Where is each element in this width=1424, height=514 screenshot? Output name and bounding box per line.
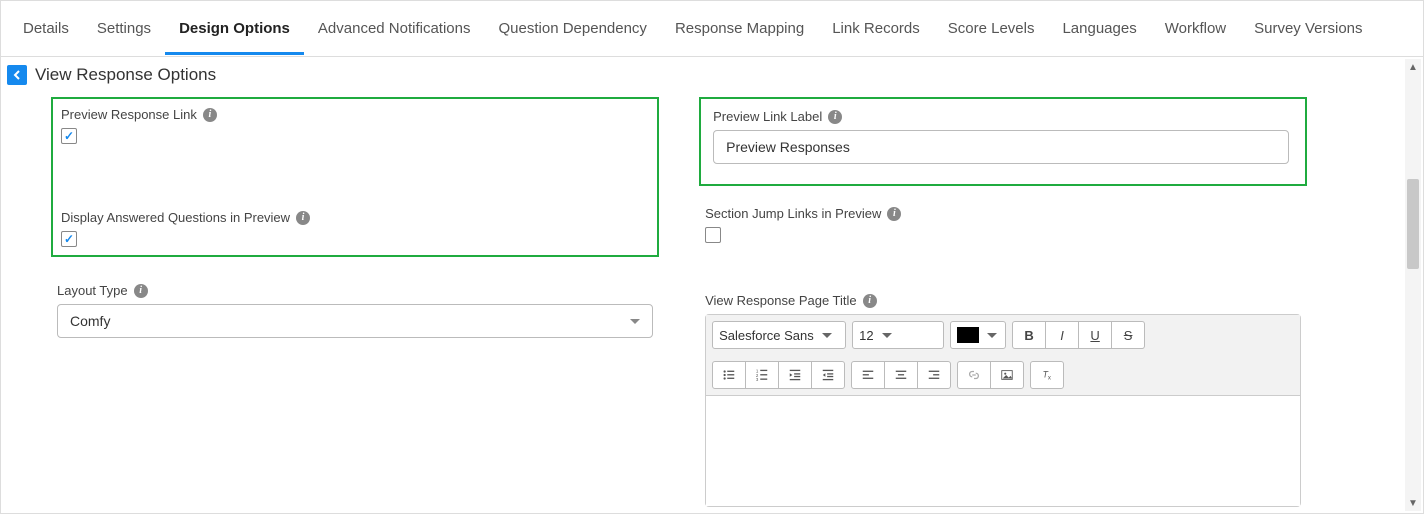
label-text: Preview Link Label: [713, 109, 822, 124]
rte-numbered-list-button[interactable]: 123: [745, 361, 779, 389]
tab-workflow[interactable]: Workflow: [1151, 2, 1240, 55]
clear-format-icon: Tx: [1040, 368, 1054, 382]
chevron-down-icon: [630, 319, 640, 324]
select-value: 12: [859, 328, 873, 343]
rte-bold-button[interactable]: B: [1012, 321, 1046, 349]
color-swatch-icon: [957, 327, 979, 343]
label-text: Section Jump Links in Preview: [705, 206, 881, 221]
back-button[interactable]: [7, 65, 27, 85]
align-left-icon: [861, 368, 875, 382]
rte-underline-button[interactable]: U: [1078, 321, 1112, 349]
rte-font-select[interactable]: Salesforce Sans: [712, 321, 846, 349]
info-icon[interactable]: i: [296, 211, 310, 225]
scroll-thumb[interactable]: [1407, 179, 1419, 269]
svg-text:3: 3: [756, 377, 759, 382]
right-highlight-box: Preview Link Label i: [699, 97, 1307, 186]
info-icon[interactable]: i: [828, 110, 842, 124]
link-icon: [967, 368, 981, 382]
checkbox-display-answered[interactable]: [61, 231, 77, 247]
info-icon[interactable]: i: [203, 108, 217, 122]
content-area: Preview Response Link i Display Answered…: [1, 93, 1423, 514]
tab-details[interactable]: Details: [9, 2, 83, 55]
field-preview-response-link: Preview Response Link i: [55, 99, 655, 152]
info-icon[interactable]: i: [134, 284, 148, 298]
scroll-down-arrow[interactable]: ▼: [1405, 495, 1421, 511]
indent-icon: [788, 368, 802, 382]
label-text: Layout Type: [57, 283, 128, 298]
label-text: View Response Page Title: [705, 293, 857, 308]
left-column: Preview Response Link i Display Answered…: [51, 97, 659, 514]
rte-align-right-button[interactable]: [917, 361, 951, 389]
tab-score-levels[interactable]: Score Levels: [934, 2, 1049, 55]
rte-insert-group: [957, 361, 1024, 389]
outdent-icon: [821, 368, 835, 382]
tab-link-records[interactable]: Link Records: [818, 2, 934, 55]
select-value: Comfy: [70, 313, 110, 329]
chevron-down-icon: [882, 333, 892, 338]
rte-text-style-group: B I U S: [1012, 321, 1145, 349]
rte-link-button[interactable]: [957, 361, 991, 389]
info-icon[interactable]: i: [863, 294, 877, 308]
label-text: Display Answered Questions in Preview: [61, 210, 290, 225]
tab-survey-versions[interactable]: Survey Versions: [1240, 2, 1376, 55]
align-right-icon: [927, 368, 941, 382]
rte-outdent-button[interactable]: [811, 361, 845, 389]
subheader: View Response Options: [1, 57, 1423, 93]
select-value: Salesforce Sans: [719, 328, 814, 343]
rte-color-select[interactable]: [950, 321, 1006, 349]
bullet-list-icon: [722, 368, 736, 382]
align-center-icon: [894, 368, 908, 382]
tab-settings[interactable]: Settings: [83, 2, 165, 55]
field-layout-type: Layout Type i Comfy: [51, 275, 659, 346]
chevron-down-icon: [822, 333, 832, 338]
image-icon: [1000, 368, 1014, 382]
rte-align-center-button[interactable]: [884, 361, 918, 389]
rte-indent-button[interactable]: [778, 361, 812, 389]
info-icon[interactable]: i: [887, 207, 901, 221]
field-display-answered: Display Answered Questions in Preview i: [55, 202, 655, 255]
spacer: [55, 152, 655, 202]
rte-align-group: [851, 361, 951, 389]
rte-strike-button[interactable]: S: [1111, 321, 1145, 349]
tab-response-mapping[interactable]: Response Mapping: [661, 2, 818, 55]
field-section-jump-links: Section Jump Links in Preview i: [699, 198, 1307, 251]
checkbox-preview-response-link[interactable]: [61, 128, 77, 144]
vertical-scrollbar[interactable]: ▲ ▼: [1405, 59, 1421, 511]
rte-align-left-button[interactable]: [851, 361, 885, 389]
svg-text:x: x: [1048, 374, 1051, 381]
tab-question-dependency[interactable]: Question Dependency: [485, 2, 661, 55]
page-title: View Response Options: [35, 65, 216, 85]
rte-bullet-list-button[interactable]: [712, 361, 746, 389]
select-layout-type[interactable]: Comfy: [57, 304, 653, 338]
numbered-list-icon: 123: [755, 368, 769, 382]
rte-italic-button[interactable]: I: [1045, 321, 1079, 349]
label-layout-type: Layout Type i: [57, 283, 653, 298]
rte-toolbar: Salesforce Sans 12 B: [706, 315, 1300, 396]
label-preview-link-label: Preview Link Label i: [713, 109, 1289, 124]
chevron-left-icon: [12, 70, 22, 80]
tab-bar: Details Settings Design Options Advanced…: [1, 1, 1423, 57]
rich-text-editor: Salesforce Sans 12 B: [705, 314, 1301, 507]
right-column: Preview Link Label i Section Jump Links …: [699, 97, 1307, 514]
left-highlight-box: Preview Response Link i Display Answered…: [51, 97, 659, 257]
checkbox-section-jump-links[interactable]: [705, 227, 721, 243]
rte-list-group: 123: [712, 361, 845, 389]
chevron-down-icon: [987, 333, 997, 338]
label-text: Preview Response Link: [61, 107, 197, 122]
rte-clear-format-button[interactable]: Tx: [1030, 361, 1064, 389]
rte-image-button[interactable]: [990, 361, 1024, 389]
label-view-response-page-title: View Response Page Title i: [705, 293, 1301, 308]
input-preview-link-label[interactable]: [713, 130, 1289, 164]
scroll-up-arrow[interactable]: ▲: [1405, 59, 1421, 75]
label-preview-response-link: Preview Response Link i: [61, 107, 649, 122]
tab-languages[interactable]: Languages: [1048, 2, 1150, 55]
tab-advanced-notifications[interactable]: Advanced Notifications: [304, 2, 485, 55]
field-view-response-page-title: View Response Page Title i Salesforce Sa…: [699, 285, 1307, 514]
rte-size-select[interactable]: 12: [852, 321, 944, 349]
label-section-jump-links: Section Jump Links in Preview i: [705, 206, 1301, 221]
field-preview-link-label: Preview Link Label i: [707, 101, 1295, 172]
rte-content-area[interactable]: [706, 396, 1300, 506]
label-display-answered: Display Answered Questions in Preview i: [61, 210, 649, 225]
tab-design-options[interactable]: Design Options: [165, 2, 304, 55]
